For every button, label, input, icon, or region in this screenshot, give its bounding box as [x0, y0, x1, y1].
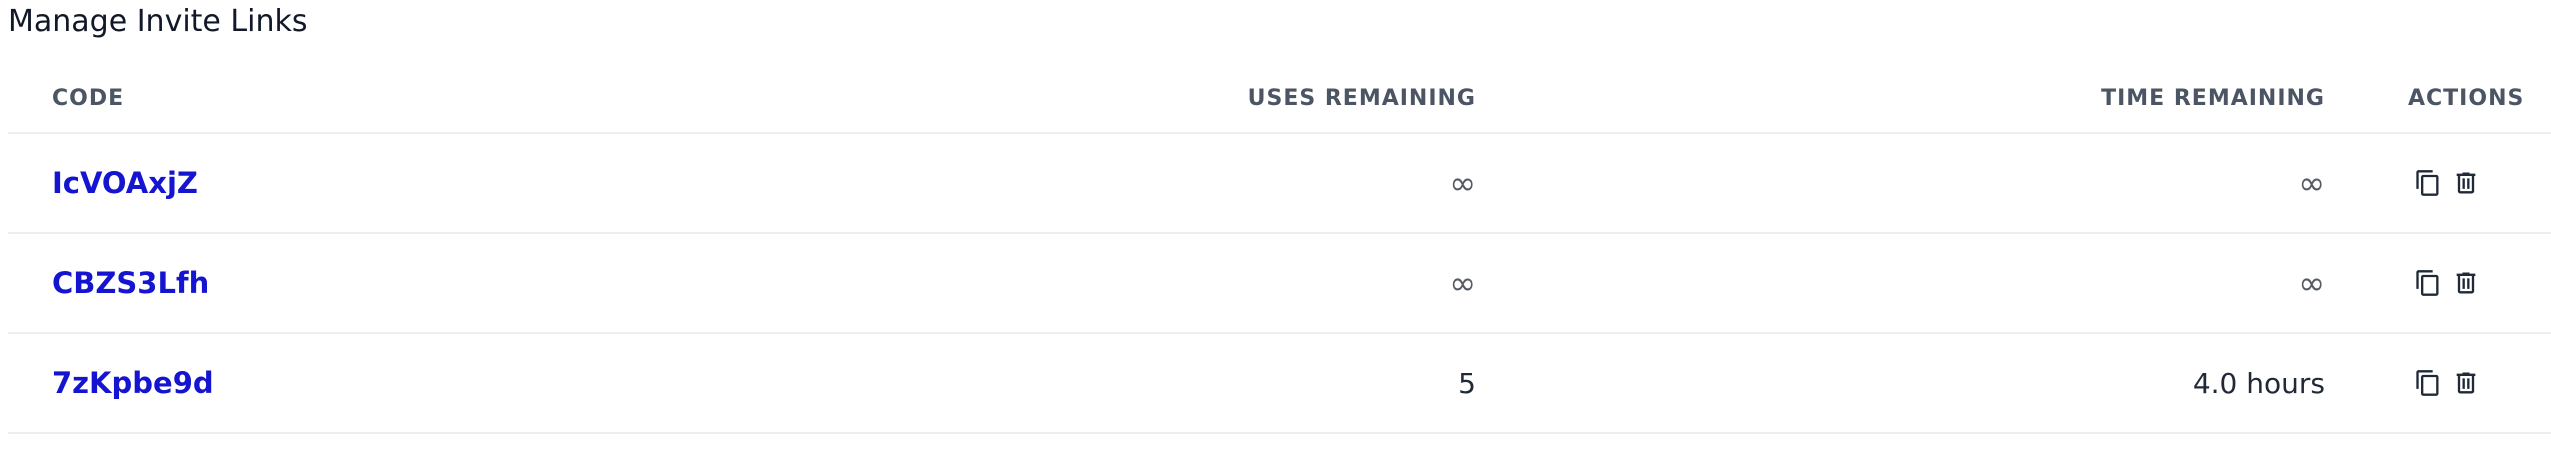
- uses-remaining-value: 5: [1458, 366, 1476, 400]
- trash-icon[interactable]: [2450, 166, 2482, 200]
- invite-links-page: Manage Invite Links CODE USES REMAINING …: [0, 0, 2551, 451]
- header-time-remaining: TIME REMAINING: [2101, 85, 2325, 111]
- row-actions: [2412, 366, 2482, 400]
- uses-remaining-value: ∞: [1449, 164, 1476, 202]
- table-row: IcVOAxjZ ∞ ∞: [8, 134, 2551, 234]
- header-code: CODE: [52, 85, 125, 111]
- time-remaining-value: ∞: [2298, 264, 2325, 302]
- header-uses-remaining: USES REMAINING: [1247, 85, 1476, 111]
- copy-icon[interactable]: [2412, 166, 2444, 200]
- time-remaining-value: 4.0 hours: [2192, 366, 2325, 400]
- table-header-row: CODE USES REMAINING TIME REMAINING ACTIO…: [8, 64, 2551, 134]
- invite-code-link[interactable]: 7zKpbe9d: [52, 366, 214, 400]
- invite-links-table: CODE USES REMAINING TIME REMAINING ACTIO…: [8, 64, 2551, 434]
- uses-remaining-value: ∞: [1449, 264, 1476, 302]
- table-row: CBZS3Lfh ∞ ∞: [8, 234, 2551, 334]
- invite-code-link[interactable]: CBZS3Lfh: [52, 266, 209, 300]
- time-remaining-value: ∞: [2298, 164, 2325, 202]
- row-actions: [2412, 266, 2482, 300]
- table-row: 7zKpbe9d 5 4.0 hours: [8, 334, 2551, 434]
- page-title: Manage Invite Links: [8, 4, 308, 39]
- trash-icon[interactable]: [2450, 266, 2482, 300]
- copy-icon[interactable]: [2412, 366, 2444, 400]
- copy-icon[interactable]: [2412, 266, 2444, 300]
- header-actions: ACTIONS: [2408, 85, 2525, 111]
- row-actions: [2412, 166, 2482, 200]
- invite-code-link[interactable]: IcVOAxjZ: [52, 166, 198, 200]
- trash-icon[interactable]: [2450, 366, 2482, 400]
